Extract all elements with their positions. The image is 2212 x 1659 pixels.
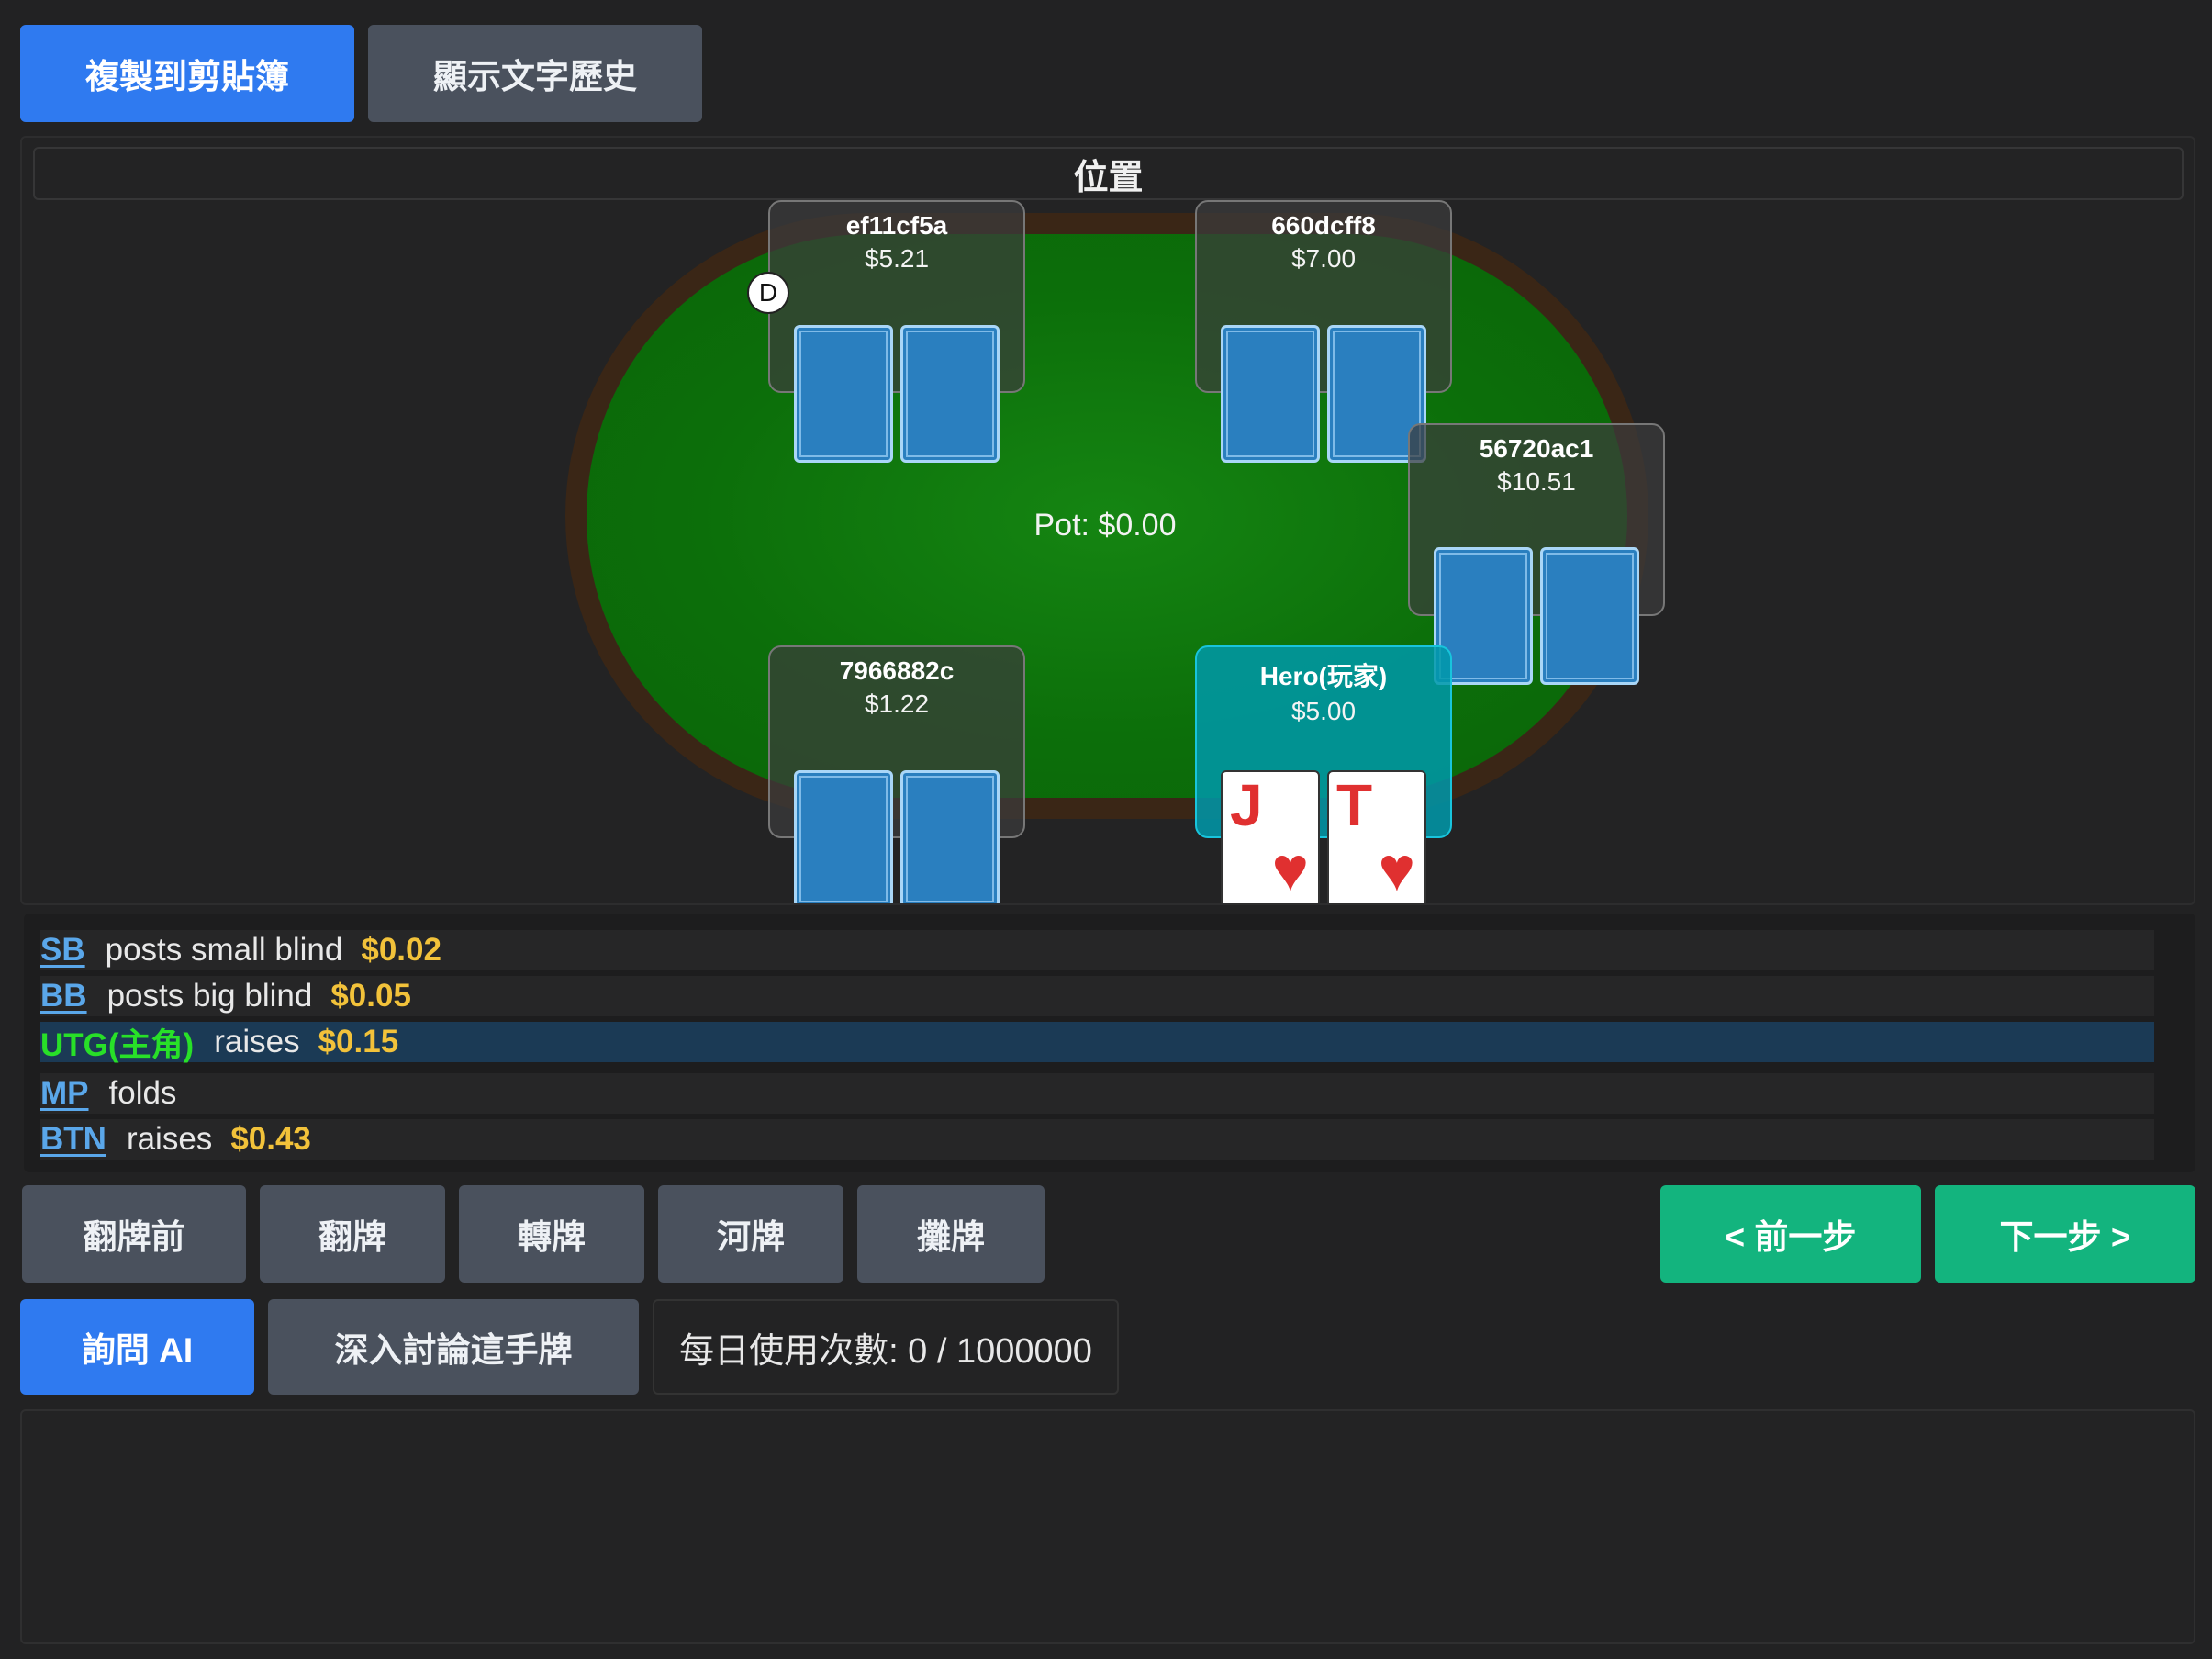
discuss-hand-button[interactable]: 深入討論這手牌 bbox=[268, 1299, 639, 1395]
position-title: 位置 bbox=[33, 147, 2184, 200]
log-row: BB posts big blind $0.05 bbox=[40, 976, 2154, 1016]
seat-stack: $10.51 bbox=[1497, 467, 1576, 496]
log-position-hero: UTG(主角) bbox=[40, 1026, 195, 1063]
log-row-current: UTG(主角) raises $0.15 bbox=[40, 1022, 2154, 1063]
log-action: folds bbox=[108, 1075, 177, 1111]
card-back bbox=[794, 325, 893, 463]
seat-stack: $5.21 bbox=[864, 244, 930, 273]
log-action: posts big blind bbox=[106, 978, 313, 1014]
card-back bbox=[1221, 325, 1320, 463]
log-amount: $0.43 bbox=[230, 1121, 311, 1157]
seat-name: 7966882c bbox=[839, 656, 955, 685]
log-row: BTN raises $0.43 bbox=[40, 1119, 2154, 1160]
log-row: SB posts small blind $0.02 bbox=[40, 930, 2154, 970]
card-rank: J bbox=[1230, 772, 1263, 838]
card-back bbox=[900, 325, 1000, 463]
ask-ai-button[interactable]: 詢問 AI bbox=[20, 1299, 254, 1395]
seat-name: Hero(玩家) bbox=[1259, 662, 1388, 690]
poker-table-panel: 位置 Pot: $0.00 ef11cf5a $5.21 660dcff8 $7… bbox=[20, 136, 2195, 905]
seat-stack: $1.22 bbox=[864, 689, 930, 718]
street-river-button[interactable]: 河牌 bbox=[658, 1185, 843, 1283]
log-position-link[interactable]: BTN bbox=[40, 1121, 106, 1158]
log-position-link[interactable]: SB bbox=[40, 932, 85, 969]
copy-to-clipboard-button[interactable]: 複製到剪貼簿 bbox=[20, 25, 354, 122]
street-flop-button[interactable]: 翻牌 bbox=[260, 1185, 445, 1283]
street-showdown-button[interactable]: 攤牌 bbox=[857, 1185, 1045, 1283]
log-position-link[interactable]: BB bbox=[40, 978, 87, 1014]
log-action: raises bbox=[126, 1121, 213, 1157]
card-back bbox=[794, 770, 893, 903]
log-position-link[interactable]: MP bbox=[40, 1075, 89, 1112]
card-back bbox=[1540, 547, 1639, 685]
log-amount: $0.02 bbox=[361, 932, 441, 968]
seat-name: 660dcff8 bbox=[1271, 211, 1376, 240]
log-amount: $0.15 bbox=[318, 1024, 399, 1059]
seat-name: ef11cf5a bbox=[845, 211, 948, 240]
seat-stack: $7.00 bbox=[1290, 244, 1357, 273]
dealer-button: D bbox=[747, 272, 789, 314]
log-action: raises bbox=[214, 1024, 300, 1059]
heart-icon: ♥ bbox=[1271, 835, 1309, 904]
card-back bbox=[900, 770, 1000, 903]
previous-step-button[interactable]: < 前一步 bbox=[1660, 1185, 1921, 1283]
show-text-history-button[interactable]: 顯示文字歷史 bbox=[368, 25, 702, 122]
next-step-button[interactable]: 下一步 > bbox=[1935, 1185, 2195, 1283]
log-action: posts small blind bbox=[105, 932, 343, 968]
street-turn-button[interactable]: 轉牌 bbox=[459, 1185, 644, 1283]
action-log: SB posts small blind $0.02 BB posts big … bbox=[24, 914, 2195, 1172]
seat-name: 56720ac1 bbox=[1479, 434, 1594, 463]
hero-card-1: J ♥ bbox=[1221, 770, 1320, 904]
card-rank: T bbox=[1336, 772, 1373, 838]
log-amount: $0.05 bbox=[330, 978, 411, 1014]
hero-card-2: T ♥ bbox=[1327, 770, 1426, 904]
pot-amount: Pot: $0.00 bbox=[1033, 508, 1177, 543]
heart-icon: ♥ bbox=[1378, 835, 1415, 904]
seat-stack: $5.00 bbox=[1290, 697, 1357, 725]
street-preflop-button[interactable]: 翻牌前 bbox=[22, 1185, 246, 1283]
log-row: MP folds bbox=[40, 1073, 2154, 1114]
ai-output-area[interactable] bbox=[20, 1409, 2195, 1644]
daily-usage-counter: 每日使用次數: 0 / 1000000 bbox=[653, 1299, 1119, 1395]
